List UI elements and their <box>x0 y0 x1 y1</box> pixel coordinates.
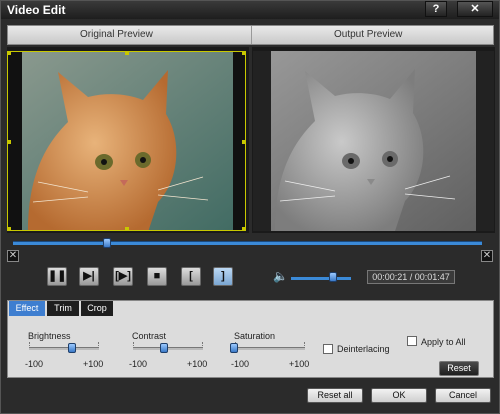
saturation-label: Saturation <box>234 331 276 341</box>
play-step-button[interactable]: ▶| <box>79 267 99 286</box>
output-preview-image <box>253 51 494 231</box>
cancel-button[interactable]: Cancel <box>435 388 491 403</box>
reset-all-button[interactable]: Reset all <box>307 388 363 403</box>
tab-effect[interactable]: Effect <box>9 301 45 316</box>
original-preview-label: Original Preview <box>80 29 153 40</box>
brightness-min: -100 <box>25 359 44 369</box>
mark-out-button[interactable]: ] <box>213 267 233 286</box>
apply-to-all-label: Apply to All <box>421 337 466 347</box>
clip-button[interactable]: [▶] <box>113 267 133 286</box>
trim-start-marker[interactable]: ✕ <box>7 250 19 262</box>
title-bar: Video Edit ? ✕ <box>1 1 499 19</box>
brightness-label: Brightness <box>28 331 71 341</box>
tab-trim[interactable]: Trim <box>47 301 79 316</box>
brightness-slider[interactable] <box>29 347 99 350</box>
deinterlacing-checkbox[interactable] <box>323 344 333 354</box>
contrast-thumb[interactable] <box>160 343 168 353</box>
window-title: Video Edit <box>7 3 66 17</box>
volume-slider[interactable] <box>291 277 351 280</box>
reset-button[interactable]: Reset <box>439 361 479 376</box>
contrast-slider[interactable] <box>133 347 203 350</box>
contrast-label: Contrast <box>132 331 167 341</box>
contrast-max: +100 <box>187 359 208 369</box>
time-display: 00:00:21 / 00:01:47 <box>367 270 455 284</box>
mark-in-button[interactable]: [ <box>181 267 201 286</box>
brightness-thumb[interactable] <box>68 343 76 353</box>
saturation-min: -100 <box>231 359 250 369</box>
trim-end-marker[interactable]: ✕ <box>481 250 493 262</box>
volume-thumb[interactable] <box>329 272 337 282</box>
saturation-slider[interactable] <box>235 347 305 350</box>
deinterlacing-label: Deinterlacing <box>337 344 390 354</box>
saturation-thumb[interactable] <box>230 343 238 353</box>
seek-thumb[interactable] <box>102 238 111 248</box>
seek-bar[interactable] <box>13 241 482 245</box>
saturation-max: +100 <box>289 359 310 369</box>
stop-button[interactable]: ■ <box>147 267 167 286</box>
apply-to-all-checkbox[interactable] <box>407 336 417 346</box>
help-button[interactable]: ? <box>425 1 447 17</box>
close-button[interactable]: ✕ <box>457 1 493 17</box>
volume-icon: 🔈 <box>273 269 288 283</box>
video-edit-window: Video Edit ? ✕ Original Preview Output P… <box>0 0 500 414</box>
output-preview-label: Output Preview <box>334 29 403 40</box>
brightness-max: +100 <box>83 359 104 369</box>
tab-crop[interactable]: Crop <box>81 301 113 316</box>
preview-header: Original Preview Output Preview <box>7 25 494 45</box>
ok-button[interactable]: OK <box>371 388 427 403</box>
pause-button[interactable]: ❚❚ <box>47 267 67 286</box>
contrast-min: -100 <box>129 359 148 369</box>
original-preview-image[interactable] <box>7 51 246 231</box>
